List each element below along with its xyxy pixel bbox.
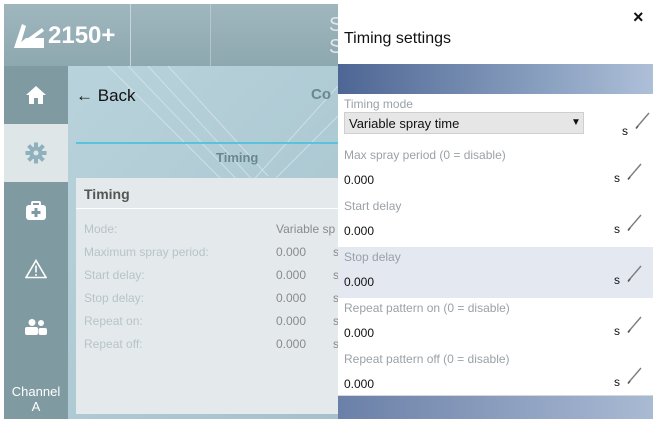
field-unit: s — [614, 222, 620, 236]
summary-row: Stop delay: 0.000 s — [84, 291, 338, 309]
field-label: Start delay — [344, 199, 402, 213]
sidebar-item-maintenance[interactable] — [4, 182, 68, 240]
pencil-icon[interactable] — [626, 161, 644, 181]
start-delay-field: Start delay 0.000 s — [338, 196, 653, 248]
main-content: ← Back Co Timing Timing Mode: Variable s… — [68, 66, 338, 419]
timing-settings-panel: Timing settings × Timing mode Variable s… — [338, 4, 653, 419]
repeat-pattern-off-input[interactable]: 0.000 — [344, 377, 374, 391]
panel-header-band — [338, 64, 653, 94]
summary-row: Maximum spray period: 0.000 s — [84, 245, 338, 263]
field-label: Timing mode — [344, 97, 413, 111]
summary-label: Start delay: — [84, 268, 145, 282]
field-unit: s — [622, 124, 628, 138]
pencil-icon[interactable] — [626, 365, 644, 385]
stop-delay-input[interactable]: 0.000 — [344, 275, 374, 289]
repeat-pattern-on-input[interactable]: 0.000 — [344, 326, 374, 340]
sidebar: Channel A — [4, 66, 68, 419]
summary-label: Maximum spray period: — [84, 245, 209, 259]
summary-value: 0.000 — [276, 337, 307, 351]
panel-footer-band — [338, 396, 653, 419]
warning-icon — [25, 259, 47, 279]
field-unit: s — [614, 375, 620, 389]
field-label: Stop delay — [344, 250, 401, 264]
chevron-down-icon: ▼ — [571, 117, 581, 128]
divider — [130, 4, 131, 66]
summary-row: Repeat off: 0.000 s — [84, 337, 338, 355]
summary-value: 0.000 — [276, 245, 307, 259]
pencil-icon[interactable] — [626, 314, 644, 334]
start-delay-input[interactable]: 0.000 — [344, 224, 374, 238]
channel-value: A — [31, 399, 41, 414]
select-value: Variable spray time — [349, 116, 460, 131]
first-aid-icon — [26, 201, 46, 220]
summary-label: Repeat on: — [84, 314, 143, 328]
gear-icon — [25, 142, 47, 164]
panel-title: Timing settings — [344, 30, 451, 47]
field-unit: s — [614, 273, 620, 287]
pencil-icon[interactable] — [634, 110, 652, 130]
summary-label: Repeat off: — [84, 337, 143, 351]
app-title: 2150+ — [48, 22, 116, 49]
stop-delay-field: Stop delay 0.000 s — [338, 247, 653, 299]
app-frame: 2150+ S S Channel A ← Back Co Timing Tim… — [4, 4, 653, 419]
channel-selector[interactable]: Channel A — [4, 384, 68, 414]
divider — [76, 208, 338, 209]
field-unit: s — [614, 171, 620, 185]
repeat-pattern-on-field: Repeat pattern on (0 = disable) 0.000 s — [338, 298, 653, 350]
field-label: Max spray period (0 = disable) — [344, 148, 506, 162]
timing-mode-field: Timing mode Variable spray time ▼ s — [338, 94, 653, 146]
summary-row: Mode: Variable sp — [84, 222, 338, 240]
field-label: Repeat pattern on (0 = disable) — [344, 301, 510, 315]
summary-row: Repeat on: 0.000 s — [84, 314, 338, 332]
close-icon[interactable]: × — [633, 8, 644, 26]
summary-value: 0.000 — [276, 291, 307, 305]
section-title: Timing — [216, 150, 259, 165]
summary-label: Mode: — [84, 222, 118, 236]
summary-row: Start delay: 0.000 s — [84, 268, 338, 286]
panel-header: Timing settings × — [338, 4, 653, 64]
field-label: Repeat pattern off (0 = disable) — [344, 352, 510, 366]
timing-summary-card: Timing Mode: Variable sp Maximum spray p… — [76, 178, 338, 414]
summary-value: Variable sp — [276, 222, 336, 236]
pencil-icon[interactable] — [626, 212, 644, 232]
max-spray-period-input[interactable]: 0.000 — [344, 173, 374, 187]
page-title-partial: Co — [311, 86, 331, 103]
divider — [210, 4, 211, 66]
repeat-pattern-off-field: Repeat pattern off (0 = disable) 0.000 s — [338, 349, 653, 396]
sidebar-item-home[interactable] — [4, 66, 68, 124]
pencil-icon[interactable] — [626, 263, 644, 283]
card-title: Timing — [84, 186, 130, 202]
sidebar-item-settings[interactable] — [4, 124, 68, 182]
summary-value: 0.000 — [276, 268, 307, 282]
summary-label: Stop delay: — [84, 291, 145, 305]
home-icon — [26, 86, 46, 104]
logo-icon — [14, 24, 44, 48]
back-label: Back — [97, 86, 136, 105]
accent-divider — [76, 142, 338, 144]
back-arrow-icon: ← — [76, 86, 93, 105]
back-button[interactable]: ← Back — [76, 86, 136, 106]
max-spray-period-field: Max spray period (0 = disable) 0.000 s — [338, 145, 653, 197]
channel-label: Channel — [11, 384, 61, 399]
sidebar-item-users[interactable] — [4, 298, 68, 356]
summary-value: 0.000 — [276, 314, 307, 328]
timing-mode-select[interactable]: Variable spray time ▼ — [344, 112, 584, 134]
field-unit: s — [614, 324, 620, 338]
users-icon — [25, 319, 47, 335]
sidebar-item-alarms[interactable] — [4, 240, 68, 298]
